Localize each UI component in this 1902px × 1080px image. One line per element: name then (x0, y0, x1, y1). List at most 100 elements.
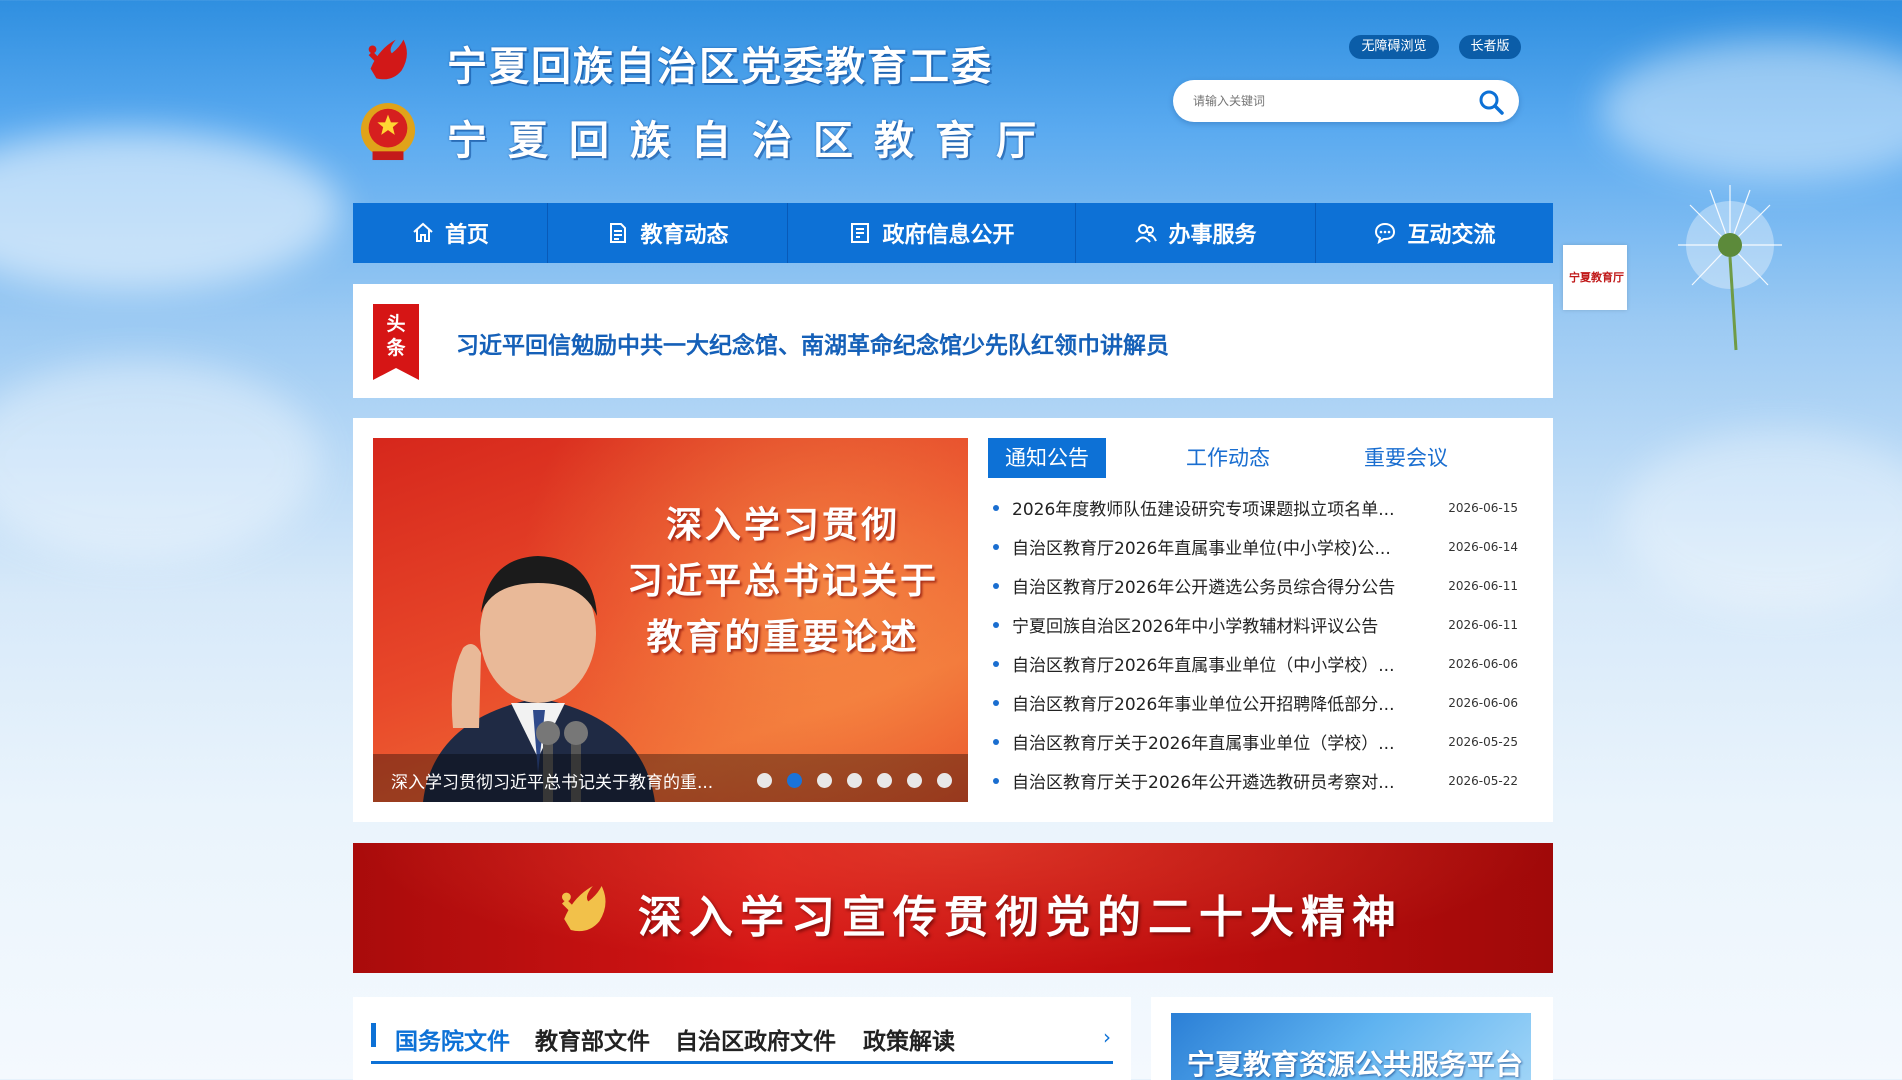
news-item[interactable]: 2026年度教师队伍建设研究专项课题拟立项名单... 2026-06-15 (988, 488, 1518, 527)
people-icon (1135, 224, 1158, 243)
news-item[interactable]: 自治区教育厅2026年公开遴选公务员综合得分公告 2026-06-11 (988, 566, 1518, 605)
bullet (993, 621, 999, 628)
carousel-dot-active[interactable] (787, 773, 802, 788)
side-logo-text: 宁夏教育厅 (1569, 271, 1624, 284)
news-item[interactable]: 自治区教育厅关于2026年公开遴选教研员考察对... 2026-05-22 (988, 761, 1518, 800)
news-date: 2026-06-11 (1448, 617, 1518, 632)
news-item[interactable]: 宁夏回族自治区2026年中小学教辅材料评议公告 2026-06-11 (988, 605, 1518, 644)
banner-text: 深入学习宣传贯彻党的二十大精神 (638, 892, 1403, 943)
list-icon (851, 223, 870, 243)
caption-bar: 深入学习贯彻习近平总书记关于教育的重... (373, 754, 968, 802)
more-arrow-icon[interactable]: › (1103, 1025, 1111, 1049)
news-title: 2026年度教师队伍建设研究专项课题拟立项名单... (1012, 500, 1395, 520)
slide-caption: 深入学习贯彻习近平总书记关于教育的重... (391, 773, 714, 793)
cloud (0, 360, 320, 560)
slide-title-line: 教育的重要论述 (646, 617, 920, 658)
policy-section: 国务院文件 教育部文件 自治区政府文件 政策解读 › (353, 997, 1131, 1080)
tab-ministry[interactable]: 教育部文件 (535, 1022, 650, 1056)
news-date: 2026-06-06 (1448, 656, 1518, 671)
site-title-department: 宁夏回族自治区教育厅 (447, 118, 1057, 164)
bullet (993, 582, 999, 589)
carousel-dot[interactable] (847, 773, 862, 788)
elder-mode-button[interactable]: 长者版 (1459, 35, 1521, 59)
accessibility-button[interactable]: 无障碍浏览 (1349, 35, 1439, 59)
dandelion-decoration (1678, 185, 1782, 351)
carousel-dot[interactable] (907, 773, 922, 788)
headline-section: 头条 习近平回信勉励中共一大纪念馆、南湖革命纪念馆少先队红领巾讲解员 (353, 284, 1553, 398)
news-date: 2026-06-15 (1448, 500, 1518, 515)
headline-ribbon-label: 头条 (386, 313, 406, 359)
nav-item-home[interactable]: 首页 (353, 203, 548, 263)
nav-label: 互动交流 (1407, 223, 1496, 248)
nav-label: 教育动态 (640, 223, 729, 248)
news-date: 2026-05-22 (1448, 773, 1518, 788)
national-emblem-icon (360, 103, 416, 161)
search-box (1173, 80, 1519, 122)
bullet (993, 660, 999, 667)
search-icon[interactable] (1477, 88, 1505, 116)
cloud (0, 130, 340, 290)
section-marker (371, 1023, 376, 1047)
bullet (993, 543, 999, 550)
search-input[interactable] (1193, 89, 1463, 113)
news-date: 2026-06-11 (1448, 578, 1518, 593)
news-item[interactable]: 自治区教育厅2026年直属事业单位(中小学校)公... 2026-06-14 (988, 527, 1518, 566)
news-date: 2026-06-06 (1448, 695, 1518, 710)
slide-title-line: 深入学习贯彻 (665, 505, 900, 546)
chat-icon (1375, 222, 1396, 245)
resource-platform-banner[interactable]: 宁夏教育资源公共服务平台 (1171, 1013, 1531, 1080)
tab-state-council[interactable]: 国务院文件 (395, 1022, 510, 1056)
nav-item-gov-info[interactable]: 政府信息公开 (788, 203, 1076, 263)
bullet (993, 738, 999, 745)
resource-platform-text: 宁夏教育资源公共服务平台 (1187, 1048, 1524, 1080)
tab-meetings[interactable]: 重要会议 (1336, 438, 1476, 478)
news-title: 自治区教育厅2026年直属事业单位（中小学校）... (1012, 656, 1395, 676)
site-title-party: 宁夏回族自治区党委教育工委 (447, 44, 993, 90)
bullet (993, 504, 999, 511)
document-icon (610, 223, 627, 243)
news-title: 宁夏回族自治区2026年中小学教辅材料评议公告 (1012, 617, 1379, 637)
news-title: 自治区教育厅关于2026年公开遴选教研员考察对... (1012, 773, 1395, 793)
news-item[interactable]: 自治区教育厅2026年直属事业单位（中小学校）... 2026-06-06 (988, 644, 1518, 683)
headline-link[interactable]: 习近平回信勉励中共一大纪念馆、南湖革命纪念馆少先队红领巾讲解员 (456, 326, 1169, 360)
news-date: 2026-06-14 (1448, 539, 1518, 554)
news-title: 自治区教育厅2026年事业单位公开招聘降低部分... (1012, 695, 1395, 715)
nav-item-services[interactable]: 办事服务 (1076, 203, 1316, 263)
tab-region-gov[interactable]: 自治区政府文件 (675, 1022, 836, 1056)
main-nav: 首页 教育动态 政府信息公开 办事服务 互动交流 (353, 203, 1553, 263)
news-date: 2026-05-25 (1448, 734, 1518, 749)
carousel-dot[interactable] (817, 773, 832, 788)
home-icon (413, 222, 433, 242)
news-title: 自治区教育厅2026年直属事业单位(中小学校)公... (1012, 539, 1391, 559)
section-underline (371, 1061, 1113, 1064)
carousel-slide[interactable]: 深入学习贯彻 习近平总书记关于 教育的重要论述 深入学习贯彻习近平总书记关于教育… (373, 438, 968, 802)
carousel-dot[interactable] (937, 773, 952, 788)
tab-work-news[interactable]: 工作动态 (1158, 438, 1298, 478)
side-float-logo[interactable]: 宁夏教育厅 (1563, 245, 1627, 310)
party-emblem-icon (562, 886, 606, 932)
nav-label: 政府信息公开 (882, 223, 1015, 248)
news-title: 自治区教育厅2026年公开遴选公务员综合得分公告 (1012, 578, 1396, 598)
party-congress-banner[interactable]: 深入学习宣传贯彻党的二十大精神 (353, 843, 1553, 973)
tab-policy-interpretation[interactable]: 政策解读 (863, 1022, 955, 1056)
slide-title-line: 习近平总书记关于 (626, 561, 939, 602)
news-item[interactable]: 自治区教育厅2026年事业单位公开招聘降低部分... 2026-06-06 (988, 683, 1518, 722)
nav-item-interaction[interactable]: 互动交流 (1316, 203, 1553, 263)
nav-label: 办事服务 (1168, 223, 1257, 248)
news-item[interactable]: 自治区教育厅关于2026年直属事业单位（学校）... 2026-05-25 (988, 722, 1518, 761)
site-header: 宁夏回族自治区党委教育工委 宁夏回族自治区教育厅 无障碍浏览 长者版 (353, 0, 1553, 200)
carousel-dot[interactable] (877, 773, 892, 788)
bullet (993, 777, 999, 784)
news-title: 自治区教育厅关于2026年直属事业单位（学校）... (1012, 734, 1395, 754)
party-emblem-icon (368, 39, 407, 80)
main-section: 深入学习贯彻 习近平总书记关于 教育的重要论述 深入学习贯彻习近平总书记关于教育… (353, 418, 1553, 822)
carousel-dot[interactable] (757, 773, 772, 788)
news-tabs: 通知公告 工作动态 重要会议 (988, 438, 1508, 478)
tab-notices[interactable]: 通知公告 (988, 438, 1106, 478)
resource-section: 宁夏教育资源公共服务平台 (1151, 997, 1553, 1080)
cloud (1620, 430, 1902, 610)
nav-item-education-news[interactable]: 教育动态 (548, 203, 788, 263)
nav-label: 首页 (444, 223, 489, 248)
news-list: 2026年度教师队伍建设研究专项课题拟立项名单... 2026-06-15 自治区… (988, 488, 1518, 800)
bullet (993, 699, 999, 706)
